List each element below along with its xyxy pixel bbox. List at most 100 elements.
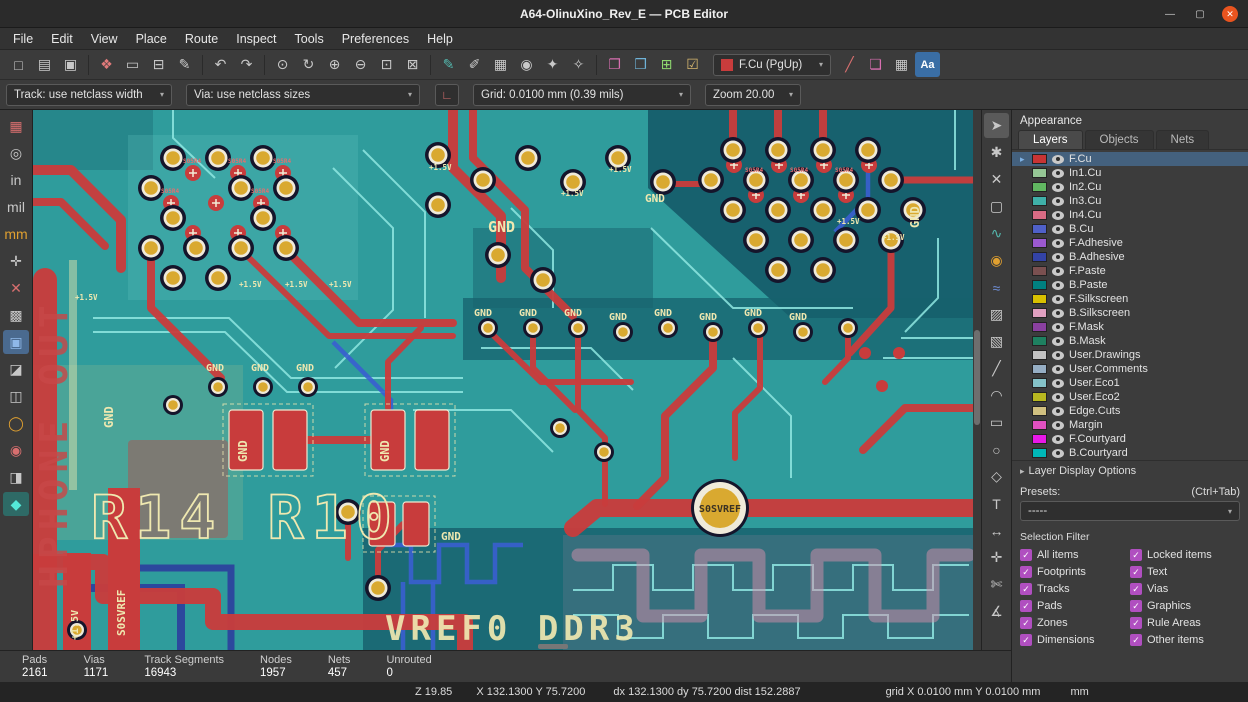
zoom-fit-button[interactable]: ⊡: [374, 52, 399, 77]
filter-other-items[interactable]: Other items: [1130, 634, 1240, 646]
text-variables-button[interactable]: Aa: [915, 52, 940, 77]
grid-toggle-button[interactable]: ▦: [3, 114, 29, 138]
layer-color-swatch[interactable]: [1032, 252, 1047, 262]
checkbox-icon[interactable]: [1020, 549, 1032, 561]
tab-layers[interactable]: Layers: [1018, 130, 1083, 149]
visibility-eye-icon[interactable]: [1052, 449, 1064, 458]
layer-f-silkscreen[interactable]: F.Silkscreen: [1012, 292, 1248, 306]
filter-graphics[interactable]: Graphics: [1130, 600, 1240, 612]
visibility-eye-icon[interactable]: [1052, 225, 1064, 234]
checkbox-icon[interactable]: [1020, 617, 1032, 629]
tracks-outline-button[interactable]: ◨: [3, 465, 29, 489]
visibility-eye-icon[interactable]: [1052, 379, 1064, 388]
checkbox-icon[interactable]: [1130, 634, 1142, 646]
layer-color-swatch[interactable]: [1032, 364, 1047, 374]
layer-user-drawings[interactable]: User.Drawings: [1012, 348, 1248, 362]
save-button[interactable]: ▣: [58, 52, 83, 77]
layer-color-swatch[interactable]: [1032, 266, 1047, 276]
layer-in1-cu[interactable]: In1.Cu: [1012, 166, 1248, 180]
canvas-horizontal-scrollbar-handle[interactable]: [538, 644, 568, 649]
visibility-eye-icon[interactable]: [1052, 267, 1064, 276]
checkbox-icon[interactable]: [1130, 549, 1142, 561]
layer-color-swatch[interactable]: [1032, 196, 1047, 206]
layer-user-eco1[interactable]: User.Eco1: [1012, 376, 1248, 390]
menu-route[interactable]: Route: [176, 28, 227, 50]
filter-selection-tool[interactable]: ▢: [984, 194, 1009, 219]
layer-f-paste[interactable]: F.Paste: [1012, 264, 1248, 278]
close-button[interactable]: ✕: [1222, 6, 1238, 22]
vias-outline-button[interactable]: ◉: [3, 438, 29, 462]
swap-layers-button[interactable]: ❏: [863, 52, 888, 77]
cleanup-tracks-button[interactable]: ✐: [462, 52, 487, 77]
layer-color-swatch[interactable]: [1032, 420, 1047, 430]
draw-polygon-tool[interactable]: ◇: [984, 464, 1009, 489]
visibility-eye-icon[interactable]: [1052, 351, 1064, 360]
visibility-eye-icon[interactable]: [1052, 239, 1064, 248]
visibility-eye-icon[interactable]: [1052, 337, 1064, 346]
plot-button[interactable]: ✎: [172, 52, 197, 77]
undo-button[interactable]: ↶: [208, 52, 233, 77]
unlock-button[interactable]: ✧: [566, 52, 591, 77]
layer-color-swatch[interactable]: [1032, 448, 1047, 458]
track-width-selector[interactable]: Track: use netclass width: [6, 84, 172, 106]
visibility-eye-icon[interactable]: [1052, 155, 1064, 164]
filter-pads[interactable]: Pads: [1020, 600, 1130, 612]
layer-f-cu[interactable]: F.Cu: [1012, 152, 1248, 166]
menu-preferences[interactable]: Preferences: [333, 28, 418, 50]
delete-items-tool[interactable]: ✄: [984, 572, 1009, 597]
lock-button[interactable]: ✦: [540, 52, 565, 77]
menu-place[interactable]: Place: [127, 28, 176, 50]
visibility-eye-icon[interactable]: [1052, 183, 1064, 192]
checkbox-icon[interactable]: [1020, 600, 1032, 612]
layer-selector[interactable]: F.Cu (PgUp): [713, 54, 831, 76]
polar-coords-button[interactable]: ◎: [3, 141, 29, 165]
grid-selector[interactable]: Grid: 0.0100 mm (0.39 mils): [473, 84, 691, 106]
place-text-tool[interactable]: T: [984, 491, 1009, 516]
visibility-eye-icon[interactable]: [1052, 281, 1064, 290]
track-posture-button[interactable]: ∟: [435, 84, 459, 106]
hide-ratsnest-toggle[interactable]: ✕: [3, 276, 29, 300]
visibility-eye-icon[interactable]: [1052, 407, 1064, 416]
layer-in2-cu[interactable]: In2.Cu: [1012, 180, 1248, 194]
route-track-tool[interactable]: ∿: [984, 221, 1009, 246]
layer-color-swatch[interactable]: [1032, 224, 1047, 234]
rule-area-tool[interactable]: ▧: [984, 329, 1009, 354]
filter-vias[interactable]: Vias: [1130, 583, 1240, 595]
zoom-selector[interactable]: Zoom 20.00: [705, 84, 801, 106]
zone-outline-button[interactable]: ◪: [3, 357, 29, 381]
footprint-table-button[interactable]: ▦: [889, 52, 914, 77]
pcb-canvas[interactable]: S0SVREF HPHONE OUT R14 R10 VREF0 DDR3 S0…: [33, 110, 973, 650]
zoom-out-button[interactable]: ⊖: [348, 52, 373, 77]
checkbox-icon[interactable]: [1020, 566, 1032, 578]
page-settings-button[interactable]: ▭: [120, 52, 145, 77]
menu-edit[interactable]: Edit: [42, 28, 82, 50]
draw-zone-tool[interactable]: ▨: [984, 302, 1009, 327]
checkbox-icon[interactable]: [1130, 583, 1142, 595]
visibility-eye-icon[interactable]: [1052, 211, 1064, 220]
visibility-eye-icon[interactable]: [1052, 393, 1064, 402]
layer-color-swatch[interactable]: [1032, 210, 1047, 220]
visibility-eye-icon[interactable]: [1052, 197, 1064, 206]
layer-color-swatch[interactable]: [1032, 294, 1047, 304]
menu-help[interactable]: Help: [418, 28, 462, 50]
filter-locked-items[interactable]: Locked items: [1130, 549, 1240, 561]
zoom-selection-button[interactable]: ⊠: [400, 52, 425, 77]
visibility-eye-icon[interactable]: [1052, 323, 1064, 332]
layer-color-swatch[interactable]: [1032, 154, 1047, 164]
canvas-vertical-scrollbar[interactable]: [973, 110, 981, 650]
filter-rule-areas[interactable]: Rule Areas: [1130, 617, 1240, 629]
checkbox-icon[interactable]: [1020, 634, 1032, 646]
zone-fill-button[interactable]: ▣: [3, 330, 29, 354]
via-stitch-button[interactable]: ◉: [514, 52, 539, 77]
layer-b-cu[interactable]: B.Cu: [1012, 222, 1248, 236]
layer-b-adhesive[interactable]: B.Adhesive: [1012, 250, 1248, 264]
visibility-eye-icon[interactable]: [1052, 435, 1064, 444]
layer-edge-cuts[interactable]: Edge.Cuts: [1012, 404, 1248, 418]
minimize-button[interactable]: —: [1162, 6, 1178, 22]
find-button[interactable]: ⊙: [270, 52, 295, 77]
pcb-canvas-area[interactable]: S0SVREF HPHONE OUT R14 R10 VREF0 DDR3 S0…: [33, 110, 981, 650]
filter-footprints[interactable]: Footprints: [1020, 566, 1130, 578]
layer-color-swatch[interactable]: [1032, 336, 1047, 346]
pads-outline-button[interactable]: ◯: [3, 411, 29, 435]
visibility-eye-icon[interactable]: [1052, 169, 1064, 178]
